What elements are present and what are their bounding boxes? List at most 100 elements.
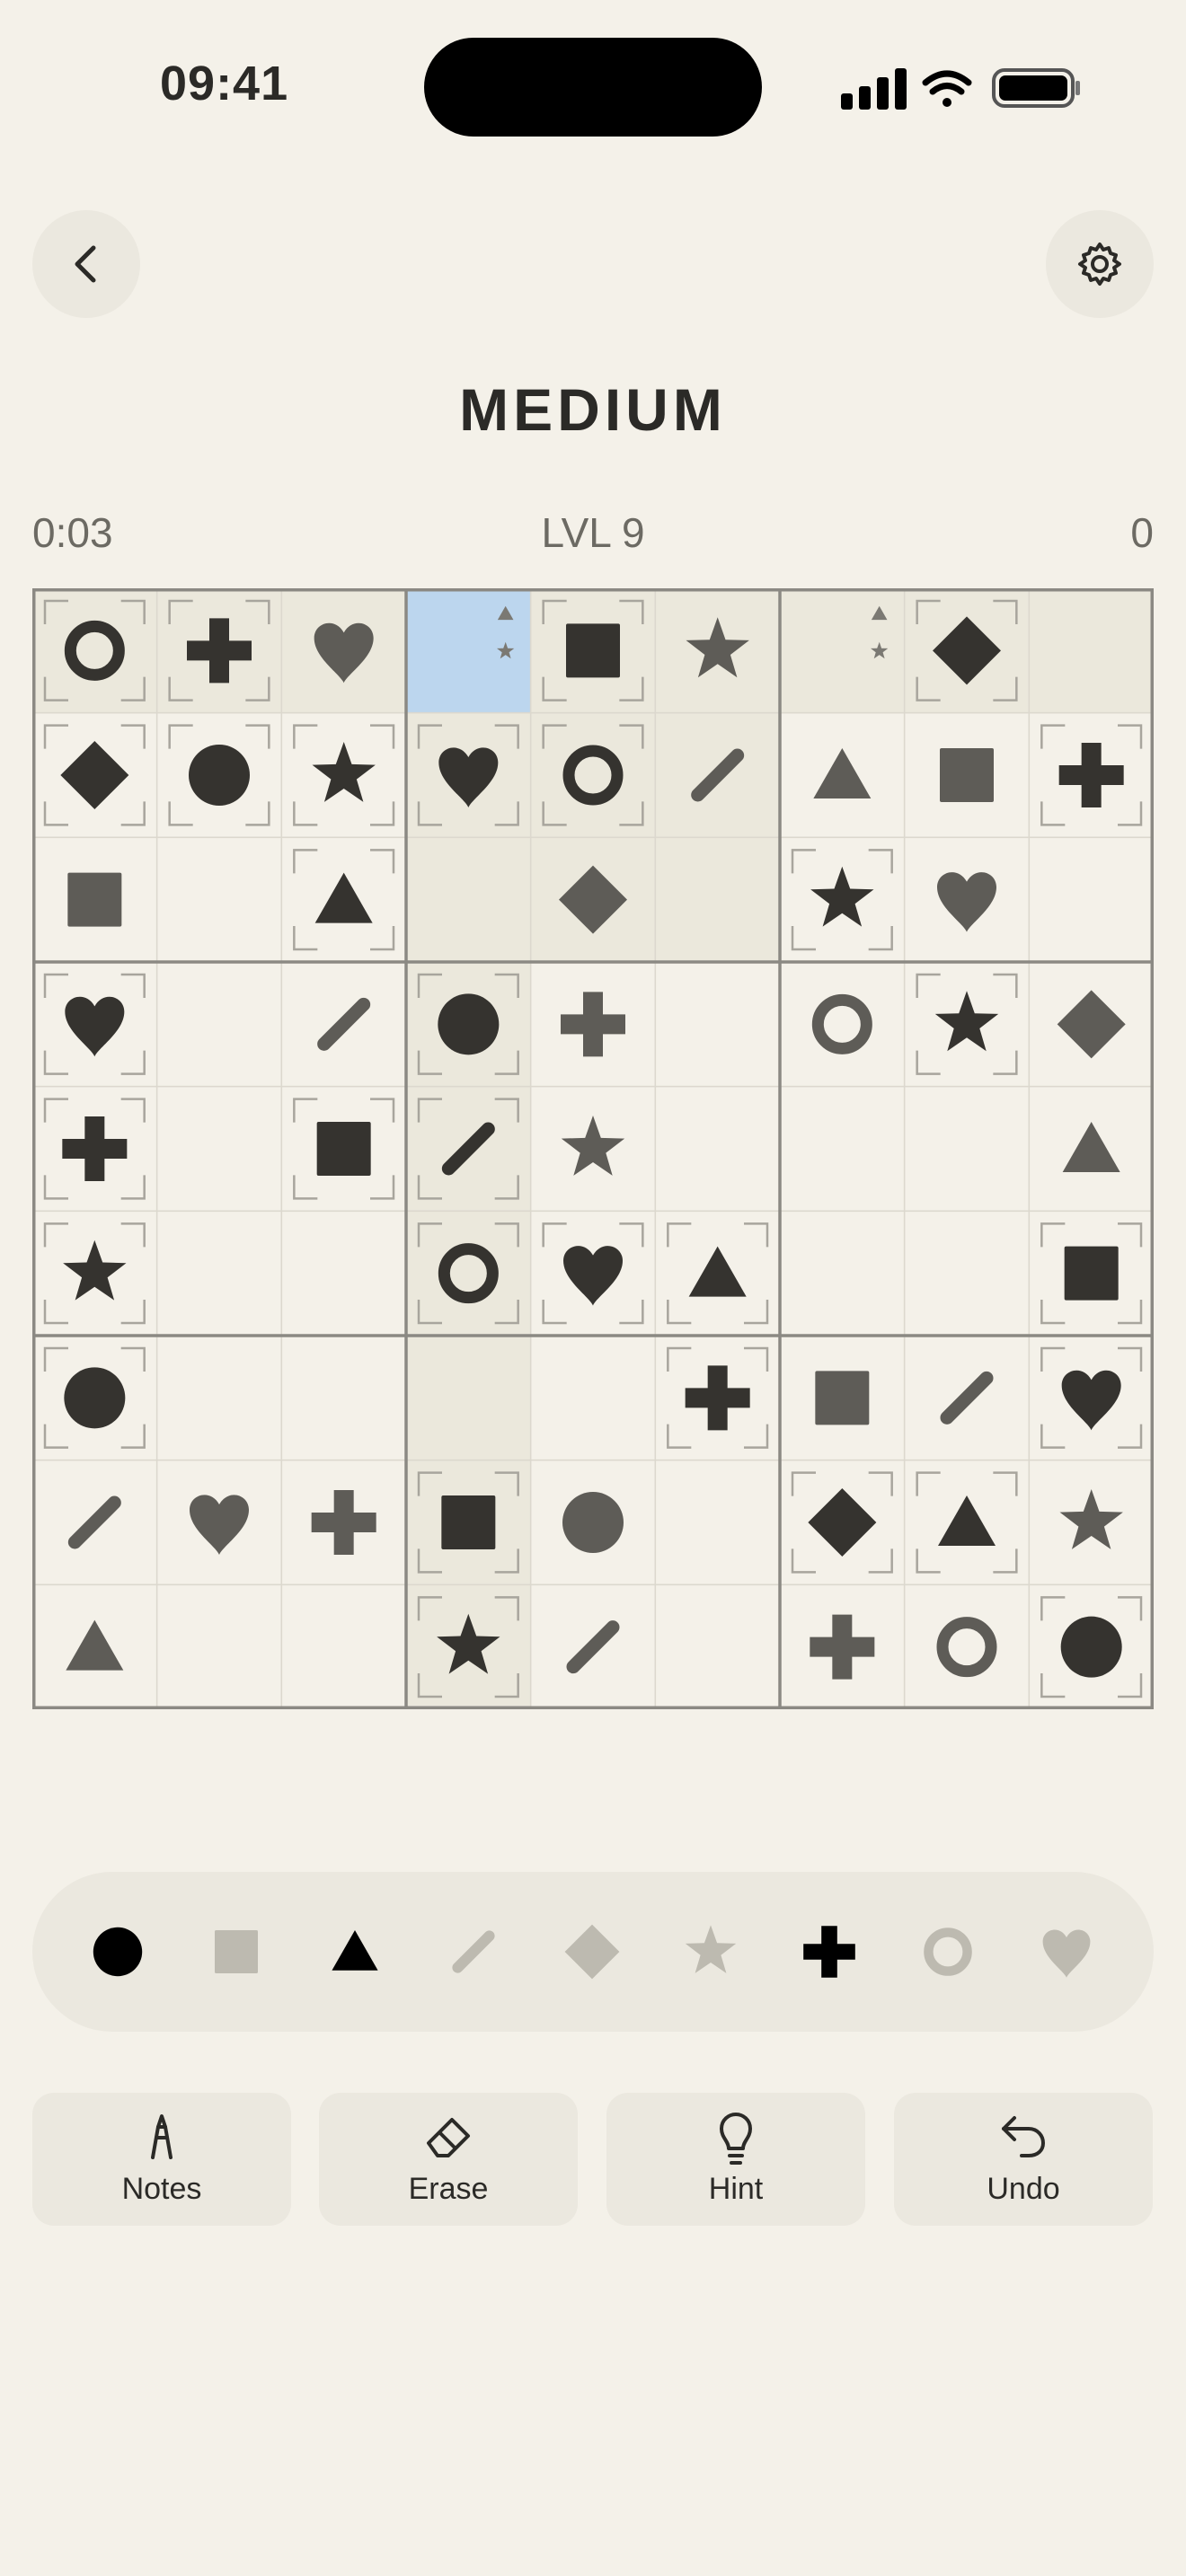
board-cell[interactable]	[280, 961, 407, 1088]
board-cell[interactable]	[32, 961, 158, 1088]
board-cell[interactable]	[155, 1210, 283, 1337]
board-cell[interactable]	[654, 1085, 781, 1213]
board-cell[interactable]	[1028, 1335, 1154, 1461]
board-cell[interactable]	[32, 711, 158, 839]
board-cell[interactable]	[155, 836, 283, 963]
board-cell[interactable]	[529, 1210, 657, 1337]
board-cell[interactable]	[32, 1085, 158, 1213]
board-cell[interactable]	[903, 836, 1031, 963]
board-cell[interactable]	[1028, 1085, 1154, 1213]
board-cell[interactable]	[405, 1584, 532, 1709]
board-cell[interactable]	[405, 961, 532, 1088]
palette-diamond[interactable]	[538, 1884, 646, 2019]
board-cell[interactable]	[903, 711, 1031, 839]
board-cell[interactable]	[903, 1584, 1031, 1709]
board-cell[interactable]	[1028, 836, 1154, 963]
board-cell[interactable]	[1028, 1210, 1154, 1337]
board-cell[interactable]	[155, 961, 283, 1088]
board-cell[interactable]	[32, 1335, 158, 1461]
board-cell[interactable]	[32, 836, 158, 963]
pencil-icon	[151, 2114, 173, 2159]
game-board[interactable]	[32, 588, 1154, 1709]
board-cell[interactable]	[32, 1584, 158, 1709]
board-cell[interactable]	[779, 588, 906, 714]
board-cell[interactable]	[1028, 711, 1154, 839]
board-cell[interactable]	[280, 1210, 407, 1337]
settings-button[interactable]	[1046, 210, 1154, 318]
board-cell[interactable]	[155, 1335, 283, 1461]
board-cell[interactable]	[280, 1459, 407, 1586]
palette-slash[interactable]	[420, 1884, 527, 2019]
palette-square[interactable]	[182, 1884, 290, 2019]
palette-triangle[interactable]	[301, 1884, 409, 2019]
board-cell[interactable]	[779, 1335, 906, 1461]
board-cell[interactable]	[903, 1210, 1031, 1337]
board-cell[interactable]	[405, 588, 532, 714]
board-cell[interactable]	[280, 588, 407, 714]
hint-button[interactable]: Hint	[606, 2093, 865, 2226]
board-cell[interactable]	[405, 1210, 532, 1337]
palette-star[interactable]	[657, 1884, 765, 2019]
board-cell[interactable]	[280, 1335, 407, 1461]
board-cell[interactable]	[1028, 1584, 1154, 1709]
palette-circle[interactable]	[64, 1884, 172, 2019]
board-cell[interactable]	[779, 1210, 906, 1337]
board-cell[interactable]	[1028, 588, 1154, 714]
board-cell[interactable]	[654, 1584, 781, 1709]
palette-heart[interactable]	[1013, 1884, 1120, 2019]
board-cell[interactable]	[654, 961, 781, 1088]
board-cell[interactable]	[529, 836, 657, 963]
board-cell[interactable]	[779, 1085, 906, 1213]
board-cell[interactable]	[529, 1085, 657, 1213]
board-cell[interactable]	[32, 1459, 158, 1586]
board-cell[interactable]	[654, 1335, 781, 1461]
notes-button[interactable]: Notes	[32, 2093, 291, 2226]
board-cell[interactable]	[405, 1335, 532, 1461]
board-cell[interactable]	[280, 1085, 407, 1213]
board-cell[interactable]	[779, 836, 906, 963]
circle-symbol	[93, 1927, 143, 1977]
back-button[interactable]	[32, 210, 140, 318]
board-cell[interactable]	[903, 1459, 1031, 1586]
board-cell[interactable]	[903, 1335, 1031, 1461]
board-cell[interactable]	[280, 1584, 407, 1709]
undo-button[interactable]: Undo	[894, 2093, 1153, 2226]
board-cell[interactable]	[1028, 961, 1154, 1088]
palette-cross[interactable]	[775, 1884, 883, 2019]
board-cell[interactable]	[155, 1584, 283, 1709]
board-cell[interactable]	[654, 1459, 781, 1586]
board-cell[interactable]	[280, 836, 407, 963]
board-cell[interactable]	[654, 711, 781, 839]
board-cell[interactable]	[529, 1335, 657, 1461]
board-cell[interactable]	[529, 711, 657, 839]
board-cell[interactable]	[779, 1459, 906, 1586]
board-cell[interactable]	[405, 1459, 532, 1586]
erase-button[interactable]: Erase	[319, 2093, 578, 2226]
notes-label: Notes	[121, 2172, 202, 2206]
board-cell[interactable]	[155, 1085, 283, 1213]
board-cell[interactable]	[155, 711, 283, 839]
board-cell[interactable]	[280, 711, 407, 839]
board-cell[interactable]	[529, 1584, 657, 1709]
board-cell[interactable]	[529, 961, 657, 1088]
board-cell[interactable]	[155, 1459, 283, 1586]
board-cell[interactable]	[903, 961, 1031, 1088]
board-cell[interactable]	[903, 1085, 1031, 1213]
board-cell[interactable]	[779, 711, 906, 839]
board-cell[interactable]	[654, 1210, 781, 1337]
board-cell[interactable]	[529, 1459, 657, 1586]
board-cell[interactable]	[32, 588, 158, 714]
palette-ring[interactable]	[894, 1884, 1002, 2019]
board-cell[interactable]	[654, 836, 781, 963]
board-cell[interactable]	[1028, 1459, 1154, 1586]
board-cell[interactable]	[654, 588, 781, 714]
board-cell[interactable]	[779, 1584, 906, 1709]
board-cell[interactable]	[405, 836, 532, 963]
board-cell[interactable]	[903, 588, 1031, 714]
board-cell[interactable]	[529, 588, 657, 714]
board-cell[interactable]	[405, 711, 532, 839]
board-cell[interactable]	[779, 961, 906, 1088]
board-cell[interactable]	[32, 1210, 158, 1337]
board-cell[interactable]	[405, 1085, 532, 1213]
board-cell[interactable]	[155, 588, 283, 714]
